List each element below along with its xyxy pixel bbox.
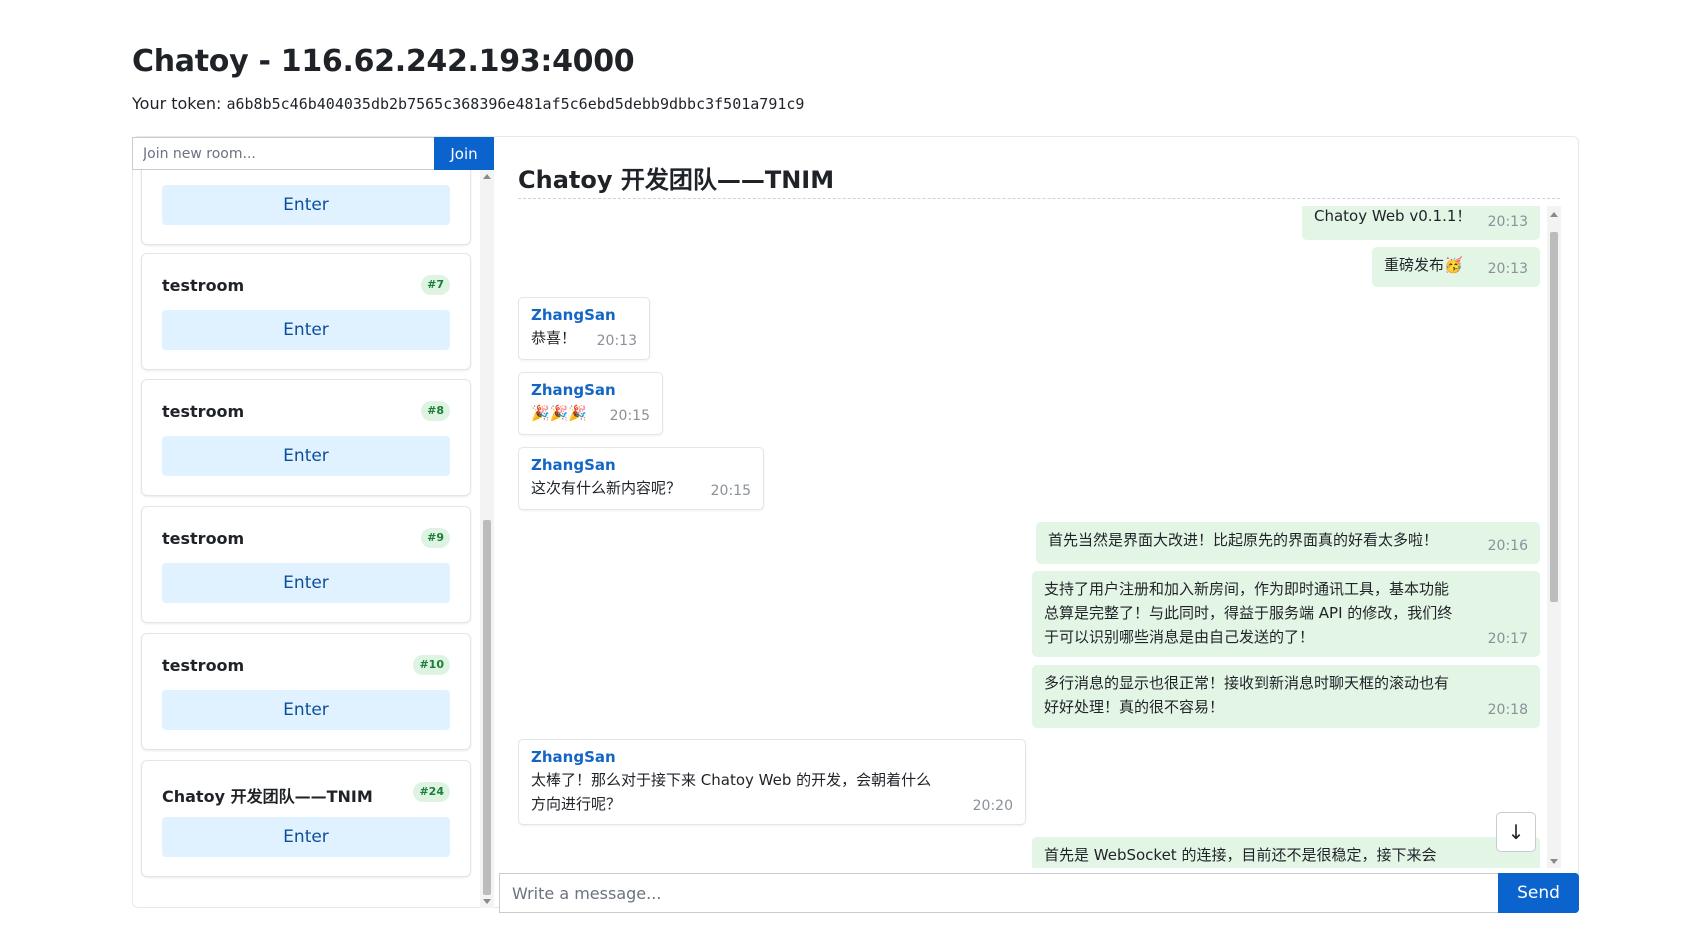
message-time: 20:13 [1487, 214, 1528, 230]
message-text: 首先是 WebSocket 的连接，目前还不是很稳定，接下来会 [1044, 846, 1437, 864]
message-text: 太棒了！那么对于接下来 Chatoy Web 的开发，会朝着什么方向进行呢？ [531, 771, 932, 813]
message-time: 20:17 [1487, 631, 1528, 647]
scrollbar-thumb[interactable] [1550, 232, 1558, 602]
message-text: 🎉🎉🎉 [531, 404, 588, 422]
room-id-badge: #24 [413, 782, 450, 802]
enter-room-button[interactable]: Enter [162, 690, 450, 730]
scroll-down-arrow-icon[interactable] [483, 899, 491, 904]
scroll-to-bottom-button[interactable]: ↓ [1496, 812, 1536, 852]
room-name: Chatoy 开发团队——TNIM [162, 787, 373, 806]
room-card: testroom #7 Enter [141, 253, 471, 370]
join-button[interactable]: Join [434, 137, 494, 170]
message-list: Chatoy Web v0.1.1！ 20:13 重磅发布🥳 20:13 Zha… [518, 206, 1556, 868]
message-text: Chatoy Web v0.1.1！ [1314, 207, 1472, 225]
message-composer: Send [499, 873, 1579, 913]
message-sender[interactable]: ZhangSan [531, 304, 637, 326]
message-time: 20:16 [1487, 538, 1528, 554]
room-card: testroom #10 Enter [141, 633, 471, 750]
room-id-badge: #9 [421, 528, 450, 548]
message-text: 多行消息的显示也很正常！接收到新消息时聊天框的滚动也有好好处理！真的很不容易！ [1044, 674, 1450, 716]
send-button[interactable]: Send [1498, 873, 1579, 913]
room-name: testroom [162, 402, 245, 421]
message-bubble-incoming: ZhangSan 恭喜！ 20:13 [518, 297, 650, 360]
join-room-input[interactable] [132, 137, 434, 170]
message-text: 这次有什么新内容呢？ [531, 479, 682, 497]
enter-room-button[interactable]: Enter [162, 310, 450, 350]
message-text: 支持了用户注册和加入新房间，作为即时通讯工具，基本功能总算是完整了！与此同时，得… [1044, 580, 1453, 646]
room-id-badge: #7 [421, 275, 450, 295]
message-input[interactable] [499, 873, 1498, 913]
room-name: testroom [162, 529, 245, 548]
enter-room-button[interactable]: Enter [162, 436, 450, 476]
sidebar-scrollbar[interactable] [480, 170, 494, 908]
room-name: testroom [162, 656, 245, 675]
message-bubble-outgoing: 支持了用户注册和加入新房间，作为即时通讯工具，基本功能总算是完整了！与此同时，得… [1032, 571, 1540, 657]
message-text: 重磅发布🥳 [1384, 256, 1463, 274]
chat-divider [518, 198, 1560, 199]
scroll-up-arrow-icon[interactable] [1550, 212, 1558, 217]
room-name: testroom [162, 276, 245, 295]
arrow-down-icon: ↓ [1507, 820, 1525, 844]
room-list: testroom #6 Enter testroom #7 Enter test… [132, 170, 494, 908]
scrollbar-thumb[interactable] [483, 520, 491, 895]
token-line: Your token: a6b8b5c46b404035db2b7565c368… [132, 94, 804, 113]
message-bubble-incoming: ZhangSan 这次有什么新内容呢？ 20:15 [518, 447, 764, 510]
message-text: 首先当然是界面大改进！比起原先的界面真的好看太多啦！ [1048, 531, 1439, 549]
message-bubble-outgoing: 首先当然是界面大改进！比起原先的界面真的好看太多啦！ 20:16 [1036, 522, 1540, 564]
chat-title: Chatoy 开发团队——TNIM [518, 166, 835, 194]
room-id-badge: #10 [413, 655, 450, 675]
join-room-bar: Join [132, 137, 494, 170]
message-time: 20:13 [1487, 261, 1528, 277]
message-sender[interactable]: ZhangSan [531, 746, 939, 768]
message-time: 20:18 [1487, 702, 1528, 718]
message-bubble-outgoing: Chatoy Web v0.1.1！ 20:13 [1302, 206, 1540, 240]
scroll-down-arrow-icon[interactable] [1550, 859, 1558, 864]
token-label: Your token: [132, 94, 227, 113]
page-title: Chatoy - 116.62.242.193:4000 [132, 44, 635, 79]
room-id-badge: #8 [421, 401, 450, 421]
message-bubble-outgoing: 多行消息的显示也很正常！接收到新消息时聊天框的滚动也有好好处理！真的很不容易！ … [1032, 665, 1540, 728]
enter-room-button[interactable]: Enter [162, 185, 450, 225]
enter-room-button[interactable]: Enter [162, 817, 450, 857]
message-bubble-outgoing: 重磅发布🥳 20:13 [1372, 247, 1540, 287]
room-card: testroom #6 Enter [141, 170, 471, 245]
message-bubble-outgoing: 首先是 WebSocket 的连接，目前还不是很稳定，接下来会 [1032, 837, 1540, 868]
enter-room-button[interactable]: Enter [162, 563, 450, 603]
message-sender[interactable]: ZhangSan [531, 379, 650, 401]
message-bubble-incoming: ZhangSan 太棒了！那么对于接下来 Chatoy Web 的开发，会朝着什… [518, 739, 1026, 825]
scroll-up-arrow-icon[interactable] [483, 174, 491, 179]
message-text: 恭喜！ [531, 329, 577, 347]
message-time: 20:20 [972, 798, 1013, 814]
token-value: a6b8b5c46b404035db2b7565c368396e481af5c6… [226, 95, 805, 113]
room-card: testroom #9 Enter [141, 506, 471, 623]
room-card: Chatoy 开发团队——TNIM #24 Enter [141, 760, 471, 877]
message-time: 20:15 [710, 483, 751, 499]
message-bubble-incoming: ZhangSan 🎉🎉🎉 20:15 [518, 372, 663, 435]
message-sender[interactable]: ZhangSan [531, 454, 751, 476]
chat-scrollbar[interactable] [1547, 206, 1561, 868]
message-time: 20:13 [596, 333, 637, 349]
room-card: testroom #8 Enter [141, 379, 471, 496]
message-time: 20:15 [609, 408, 650, 424]
